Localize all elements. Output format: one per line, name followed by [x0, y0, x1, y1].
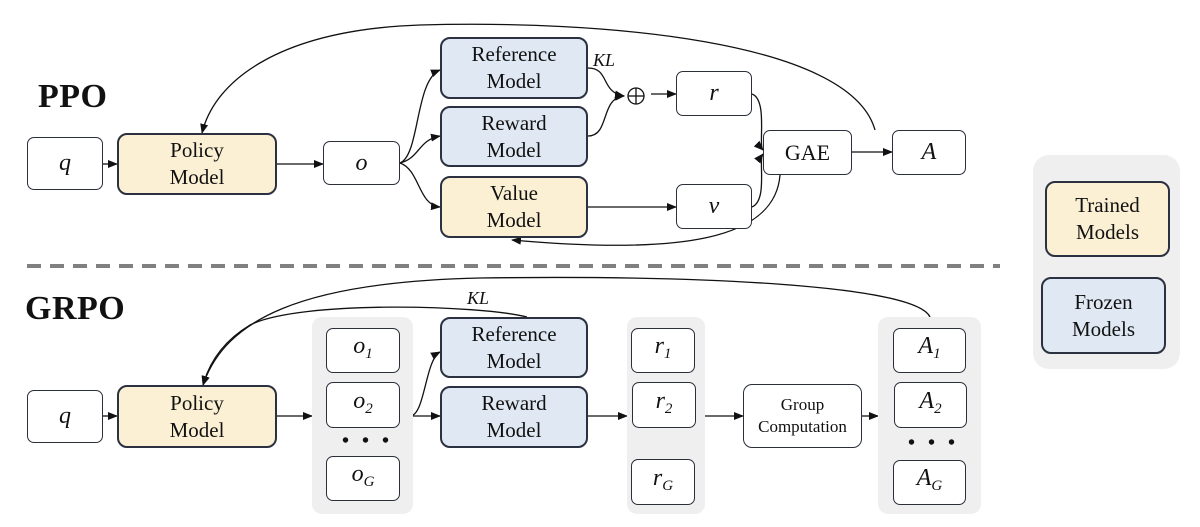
ppo-reward-model: Reward Model [440, 106, 588, 167]
arrow-reference-kl [587, 67, 625, 99]
arrow-o-to-value [399, 162, 441, 211]
advantage-box-1: A1 [893, 328, 966, 373]
output-label: o [355, 149, 368, 176]
reward-2-label: r2 [655, 387, 673, 417]
advantage-1-label: A1 [918, 333, 941, 362]
policy-model-label: Policy Model [169, 390, 225, 442]
advantage-2-label: A2 [919, 387, 942, 417]
policy-model-label: Policy Model [169, 138, 225, 189]
output-1-label: o1 [353, 333, 373, 362]
ppo-policy-model: Policy Model [117, 133, 277, 195]
value-label: v [708, 193, 720, 219]
ppo-kl-label: KL [593, 50, 616, 70]
gae-label: GAE [784, 140, 831, 165]
outputs-ellipsis: • • • [342, 430, 394, 452]
legend-frozen-models: Frozen Models [1041, 277, 1166, 354]
value-model-label: Value Model [486, 181, 542, 232]
ppo-title: PPO [38, 78, 108, 115]
reward-1-label: r1 [654, 333, 672, 362]
ppo-reward-box: r [676, 71, 752, 116]
legend-trained-models: Trained Models [1045, 181, 1170, 257]
reference-model-label: Reference Model [471, 42, 557, 93]
grpo-title: GRPO [25, 290, 126, 327]
query-label: q [59, 403, 71, 429]
output-box-1: o1 [326, 328, 400, 373]
reference-model-label: Reference Model [471, 321, 557, 373]
grpo-policy-model: Policy Model [117, 385, 277, 448]
ppo-value-model: Value Model [440, 176, 588, 238]
ppo-reference-model: Reference Model [440, 37, 588, 99]
advantage-box-g: AG [893, 460, 966, 505]
grpo-query-box: q [27, 390, 103, 443]
legend-trained-label: Trained Models [1075, 193, 1140, 244]
grpo-reward-model: Reward Model [440, 386, 588, 448]
ppo-advantage-box: A [892, 130, 966, 175]
reward-label: r [709, 80, 719, 106]
ppo-query-box: q [27, 137, 103, 190]
reward-model-label: Reward Model [481, 391, 547, 442]
legend-frozen-label: Frozen Models [1072, 289, 1135, 341]
output-box-2: o2 [326, 382, 400, 428]
grpo-kl-label: KL [467, 288, 490, 308]
output-2-label: o2 [353, 387, 373, 417]
ppo-gae-box: GAE [763, 130, 852, 175]
reward-g-label: rG [652, 464, 674, 494]
reward-box-1: r1 [631, 328, 695, 373]
reward-box-2: r2 [632, 382, 696, 428]
arrow-r-to-gae [751, 93, 764, 151]
ppo-value-box: v [676, 184, 752, 229]
reward-model-label: Reward Model [481, 110, 547, 162]
advantage-label: A [921, 139, 937, 165]
advantages-ellipsis: • • • [908, 432, 960, 454]
group-computation-label: Group Computation [758, 395, 847, 436]
arrow-v-to-gae [751, 153, 764, 208]
output-g-label: oG [351, 461, 375, 490]
advantage-g-label: AG [916, 465, 943, 494]
advantage-box-2: A2 [894, 382, 967, 428]
arrow-o-to-reward [399, 133, 441, 164]
arrow-outputs-to-reference [409, 351, 441, 417]
ppo-output-box: o [323, 141, 400, 185]
reward-box-g: rG [631, 459, 695, 505]
arrow-reward-kl [587, 92, 625, 137]
output-box-g: oG [326, 456, 400, 501]
grpo-reference-model: Reference Model [440, 317, 588, 378]
query-label: q [59, 150, 71, 176]
group-computation-box: Group Computation [743, 384, 862, 448]
